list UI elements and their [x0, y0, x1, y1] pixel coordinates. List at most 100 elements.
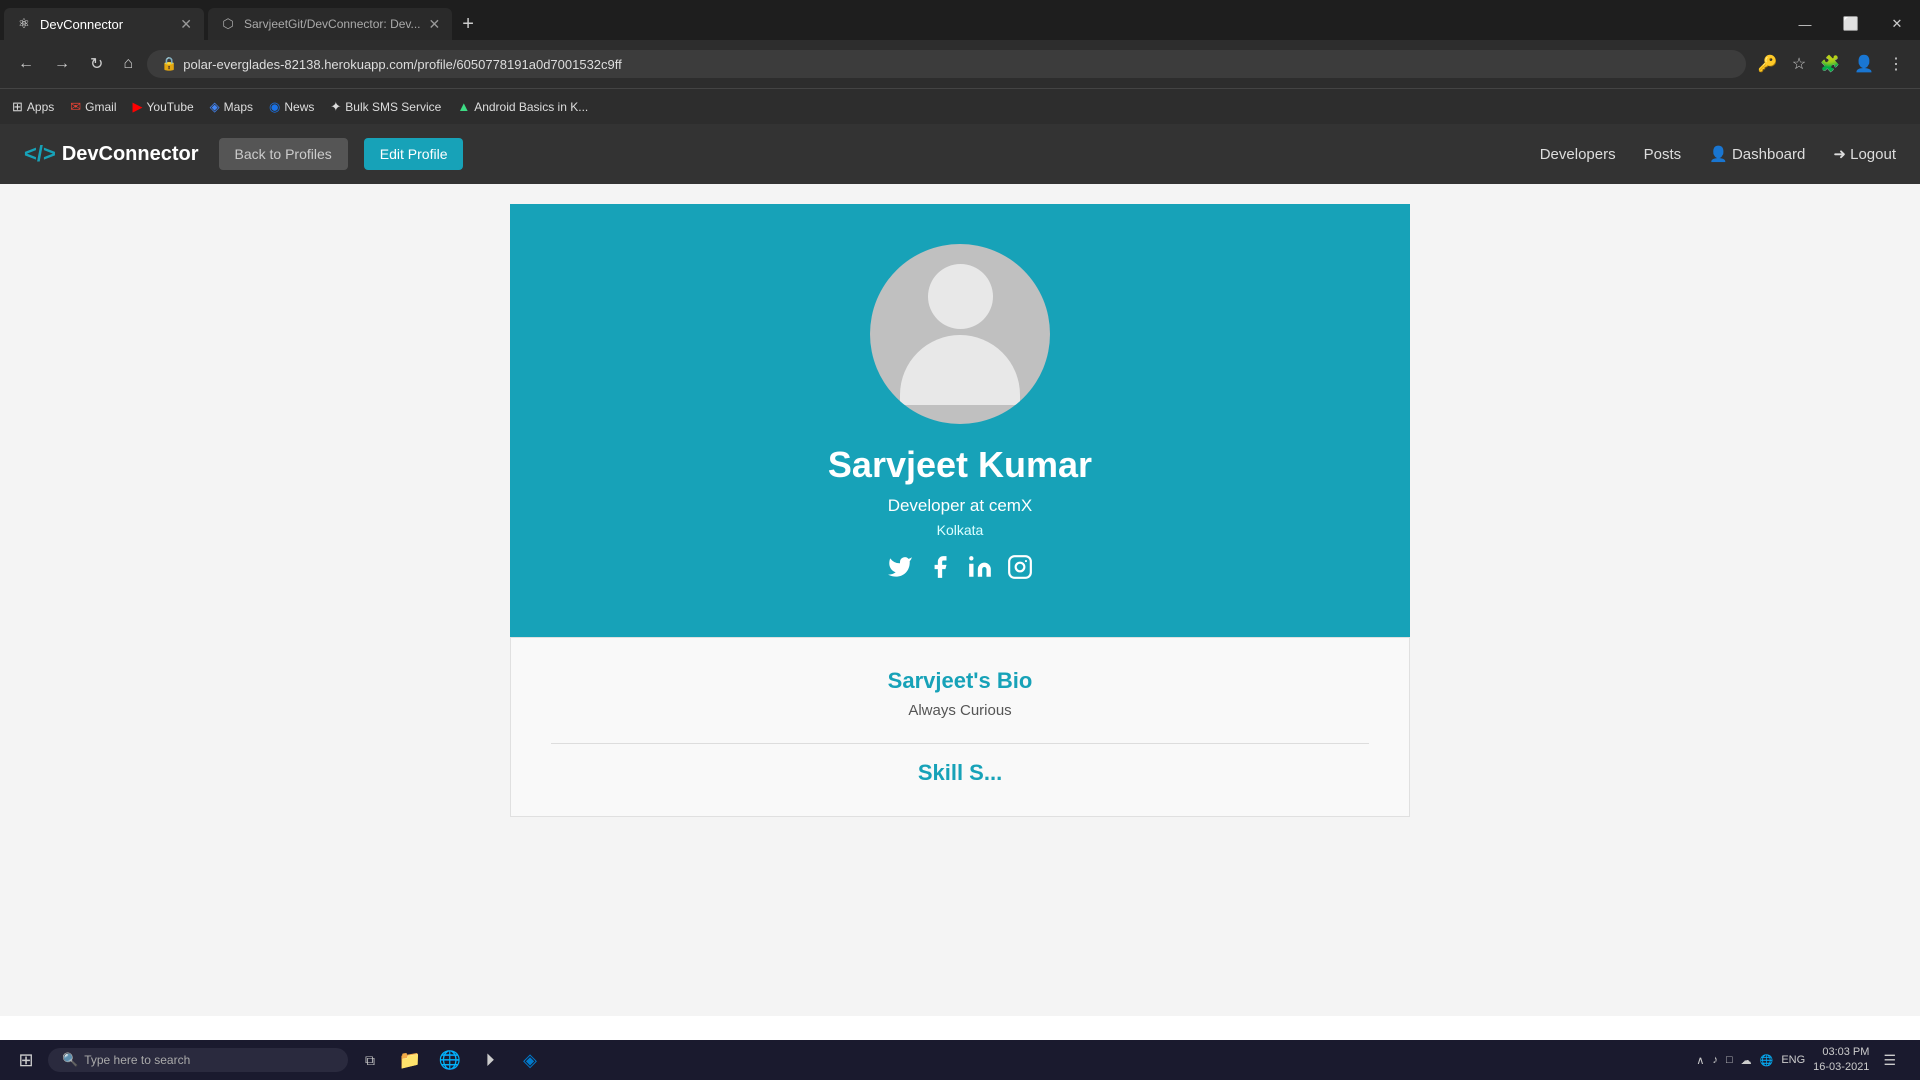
tab-devconnector[interactable]: ⚛ DevConnector ✕ [4, 8, 204, 40]
nav-dashboard[interactable]: 👤 Dashboard [1709, 145, 1805, 163]
bookmark-sms-label: Bulk SMS Service [345, 100, 441, 114]
file-explorer-icon: 📁 [399, 1050, 421, 1071]
tab-github[interactable]: ⬡ SarvjeetGit/DevConnector: Dev... ✕ [208, 8, 452, 40]
tab-row: ⚛ DevConnector ✕ ⬡ SarvjeetGit/DevConnec… [0, 0, 1920, 40]
taskbar: ⊞ 🔍 Type here to search ⧉ 📁 🌐 ⏵ ◈ ∧ ♪ □ … [0, 1040, 1920, 1080]
system-tray: ∧ ♪ □ ☁ 🌐 ENG 03:03 PM 16-03-2021 ☰ [1686, 1045, 1912, 1076]
system-clock[interactable]: 03:03 PM 16-03-2021 [1813, 1045, 1869, 1076]
window-controls: — ⬜ ✕ [1782, 8, 1920, 40]
bio-title: Sarvjeet's Bio [551, 668, 1369, 694]
tray-chevron[interactable]: ∧ [1696, 1054, 1704, 1067]
key-icon[interactable]: 🔑 [1754, 50, 1782, 78]
bookmark-gmail-label: Gmail [85, 100, 116, 114]
bookmark-android-label: Android Basics in K... [474, 100, 588, 114]
gmail-icon: ✉ [70, 99, 81, 115]
profile-name: Sarvjeet Kumar [828, 444, 1092, 486]
tray-network[interactable]: 🌐 [1760, 1054, 1774, 1067]
profile-title: Developer at cemX [888, 496, 1033, 516]
logo-code-symbol: </> [24, 141, 56, 167]
bookmark-gmail[interactable]: ✉ Gmail [70, 99, 116, 115]
address-bar: ← → ↻ ⌂ 🔒 polar-everglades-82138.herokua… [0, 40, 1920, 88]
forward-button[interactable]: → [48, 51, 76, 77]
minimize-button[interactable]: — [1782, 8, 1828, 40]
vscode-button[interactable]: ◈ [512, 1042, 548, 1078]
new-tab-button[interactable]: + [452, 8, 484, 40]
taskbar-search[interactable]: 🔍 Type here to search [48, 1048, 348, 1072]
tray-language[interactable]: ENG [1781, 1054, 1805, 1066]
extensions-icon[interactable]: 🧩 [1816, 50, 1844, 78]
bookmark-maps[interactable]: ◈ Maps [210, 99, 253, 115]
tab2-title: SarvjeetGit/DevConnector: Dev... [244, 17, 421, 31]
clock-date: 16-03-2021 [1813, 1060, 1869, 1075]
clock-time: 03:03 PM [1813, 1045, 1869, 1060]
bookmark-bulk-sms[interactable]: ✦ Bulk SMS Service [330, 99, 441, 115]
chrome-button[interactable]: 🌐 [432, 1042, 468, 1078]
bookmark-android[interactable]: ▲ Android Basics in K... [457, 99, 588, 114]
notification-button[interactable]: ☰ [1877, 1052, 1902, 1069]
media-button[interactable]: ⏵ [472, 1042, 508, 1078]
tab1-title: DevConnector [40, 17, 123, 32]
home-button[interactable]: ⌂ [117, 51, 139, 77]
twitter-link[interactable] [887, 554, 913, 587]
bookmark-icon[interactable]: ☆ [1788, 50, 1810, 78]
edit-profile-button[interactable]: Edit Profile [364, 138, 464, 170]
profile-top-card: Sarvjeet Kumar Developer at cemX Kolkata [510, 204, 1410, 637]
nav-logout[interactable]: ➜ Logout [1833, 145, 1896, 163]
sms-icon: ✦ [330, 99, 341, 115]
close-button[interactable]: ✕ [1874, 8, 1920, 40]
social-icons [887, 554, 1033, 587]
bookmark-maps-label: Maps [224, 100, 253, 114]
profile-icon[interactable]: 👤 [1850, 50, 1878, 78]
bookmark-apps-label: Apps [27, 100, 54, 114]
bio-card: Sarvjeet's Bio Always Curious Skill S... [510, 637, 1410, 817]
tray-display[interactable]: □ [1726, 1054, 1733, 1066]
url-bar[interactable]: 🔒 polar-everglades-82138.herokuapp.com/p… [147, 50, 1746, 78]
file-explorer-button[interactable]: 📁 [392, 1042, 428, 1078]
maximize-button[interactable]: ⬜ [1828, 8, 1874, 40]
instagram-link[interactable] [1007, 554, 1033, 587]
tab1-close[interactable]: ✕ [180, 16, 192, 33]
bio-text: Always Curious [551, 702, 1369, 719]
avatar-silhouette [900, 264, 1020, 405]
tab2-close[interactable]: ✕ [429, 16, 441, 33]
bookmark-youtube[interactable]: ▶ YouTube [133, 99, 194, 115]
browser-frame: ⚛ DevConnector ✕ ⬡ SarvjeetGit/DevConnec… [0, 0, 1920, 124]
logout-icon: ➜ [1833, 146, 1850, 163]
bookmark-news-label: News [284, 100, 314, 114]
taskbar-search-text: Type here to search [84, 1053, 190, 1067]
reload-button[interactable]: ↻ [84, 50, 109, 78]
android-icon: ▲ [457, 99, 470, 114]
news-icon: ◉ [269, 99, 280, 115]
bio-divider [551, 743, 1369, 744]
tab2-favicon: ⬡ [220, 16, 236, 32]
start-button[interactable]: ⊞ [8, 1042, 44, 1078]
media-icon: ⏵ [486, 1050, 495, 1071]
task-view-button[interactable]: ⧉ [352, 1042, 388, 1078]
back-button[interactable]: ← [12, 51, 40, 77]
nav-developers[interactable]: Developers [1540, 146, 1616, 163]
linkedin-link[interactable] [967, 554, 993, 587]
address-actions: 🔑 ☆ 🧩 👤 ⋮ [1754, 50, 1908, 78]
vscode-icon: ◈ [523, 1050, 537, 1071]
dashboard-icon: 👤 [1709, 146, 1732, 163]
tray-volume[interactable]: ♪ [1712, 1054, 1718, 1066]
page-content: Sarvjeet Kumar Developer at cemX Kolkata… [0, 184, 1920, 1016]
tabs-area: ⚛ DevConnector ✕ ⬡ SarvjeetGit/DevConnec… [0, 8, 1782, 40]
app-logo[interactable]: </> DevConnector [24, 141, 199, 167]
bookmark-news[interactable]: ◉ News [269, 99, 314, 115]
taskbar-search-icon: 🔍 [62, 1052, 78, 1068]
bookmark-apps[interactable]: ⊞ Apps [12, 99, 54, 115]
avatar [870, 244, 1050, 424]
app-navbar: </> DevConnector Back to Profiles Edit P… [0, 124, 1920, 184]
back-to-profiles-button[interactable]: Back to Profiles [219, 138, 348, 170]
bookmark-youtube-label: YouTube [147, 100, 194, 114]
logo-name: DevConnector [62, 143, 199, 166]
windows-icon: ⊞ [18, 1050, 33, 1071]
menu-icon[interactable]: ⋮ [1884, 50, 1908, 78]
tray-cloud[interactable]: ☁ [1741, 1054, 1752, 1067]
nav-links: Developers Posts 👤 Dashboard ➜ Logout [1540, 145, 1896, 163]
facebook-link[interactable] [927, 554, 953, 587]
tab1-favicon: ⚛ [16, 16, 32, 32]
skills-title: Skill S... [551, 760, 1369, 786]
nav-posts[interactable]: Posts [1644, 146, 1682, 163]
